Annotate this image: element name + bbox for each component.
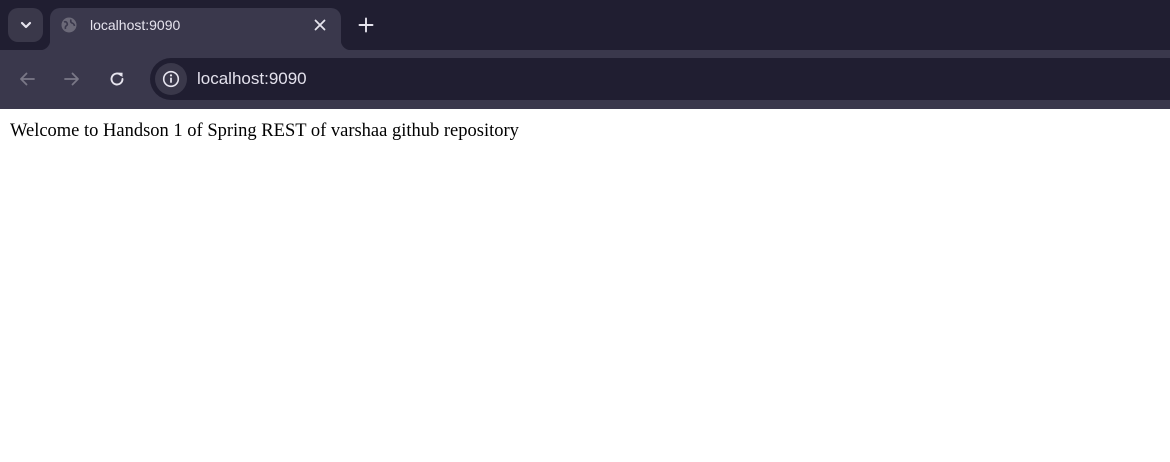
tab-search-button[interactable]	[8, 8, 43, 42]
forward-button[interactable]	[58, 65, 86, 93]
url-text[interactable]: localhost:9090	[197, 69, 307, 89]
address-bar[interactable]: localhost:9090	[150, 58, 1170, 100]
welcome-message: Welcome to Handson 1 of Spring REST of v…	[10, 121, 519, 141]
close-icon[interactable]	[311, 16, 329, 34]
chevron-down-icon	[19, 18, 33, 32]
new-tab-button[interactable]	[354, 13, 378, 37]
globe-icon	[61, 17, 77, 33]
reload-button[interactable]	[103, 65, 131, 93]
arrow-right-icon	[63, 70, 81, 88]
tab-title: localhost:9090	[90, 17, 181, 33]
plus-icon	[358, 17, 374, 33]
site-info-button[interactable]	[155, 63, 187, 95]
page-content: Welcome to Handson 1 of Spring REST of v…	[0, 109, 1170, 462]
toolbar: localhost:9090	[0, 50, 1170, 109]
arrow-left-icon	[18, 70, 36, 88]
tab-active[interactable]: localhost:9090	[40, 8, 351, 50]
reload-icon	[108, 70, 126, 88]
info-icon	[162, 70, 180, 88]
back-button[interactable]	[13, 65, 41, 93]
tab-strip: localhost:9090	[0, 0, 1170, 50]
